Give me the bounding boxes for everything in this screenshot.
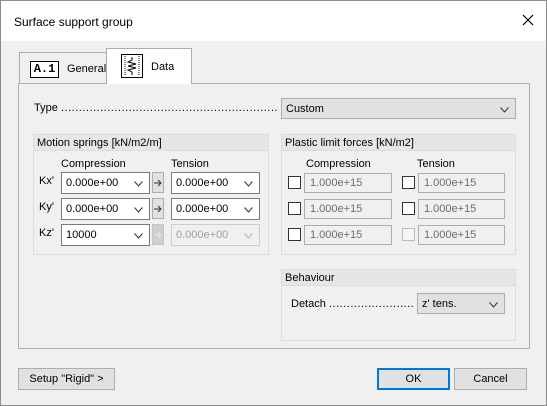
chevron-down-icon	[489, 302, 498, 308]
plastic-tension-checkbox-1[interactable]	[402, 176, 415, 189]
chevron-down-icon	[244, 233, 253, 239]
kz-label: Kz'	[39, 227, 54, 239]
plastic-compression-field-2: 1.000e+15	[304, 199, 392, 219]
kx-copy-arrow-button[interactable]	[152, 172, 164, 193]
detach-select[interactable]: z' tens.	[417, 293, 505, 314]
springs-tension-header: Tension	[171, 158, 209, 170]
ky-compression-combo[interactable]: 0.000e+00	[61, 198, 150, 220]
tab-data-label: Data	[151, 61, 175, 73]
chevron-down-icon	[244, 207, 253, 213]
plastic-compression-field-3: 1.000e+15	[304, 225, 392, 245]
plastic-tension-field-1: 1.000e+15	[418, 173, 505, 193]
cancel-button[interactable]: Cancel	[454, 368, 527, 390]
type-select-value: Custom	[286, 103, 324, 115]
ky-label: Ky'	[39, 201, 54, 213]
plastic-tension-field-3: 1.000e+15	[418, 225, 505, 245]
detach-label: Detach	[291, 298, 326, 310]
close-icon[interactable]	[520, 12, 536, 28]
detach-select-value: z' tens.	[422, 298, 457, 310]
kx-compression-combo[interactable]: 0.000e+00	[61, 172, 150, 194]
kz-compression-value: 10000	[66, 229, 97, 241]
arrow-right-icon	[154, 179, 162, 187]
plastic-compression-checkbox-1[interactable]	[288, 176, 301, 189]
ky-tension-combo[interactable]: 0.000e+00	[171, 198, 260, 220]
plastic-tension-checkbox-3	[402, 228, 415, 241]
plastic-compression-header: Compression	[306, 158, 371, 170]
plastic-limit-title: Plastic limit forces [kN/m2]	[285, 137, 414, 149]
arrow-right-icon	[154, 205, 162, 213]
arrow-right-icon	[154, 231, 162, 239]
plastic-compression-checkbox-3[interactable]	[288, 228, 301, 241]
plastic-compression-value-3: 1.000e+15	[310, 229, 363, 241]
plastic-tension-checkbox-2[interactable]	[402, 202, 415, 215]
motion-springs-title: Motion springs [kN/m2/m]	[37, 137, 162, 149]
kz-copy-arrow-button	[152, 224, 164, 245]
spring-icon	[121, 54, 143, 78]
general-tab-icon: A.1	[30, 61, 59, 78]
ky-compression-value: 0.000e+00	[66, 203, 119, 215]
chevron-down-icon	[134, 233, 143, 239]
tab-strip: A.1 General Data	[15, 48, 531, 84]
plastic-tension-value-2: 1.000e+15	[424, 203, 477, 215]
kx-compression-value: 0.000e+00	[66, 177, 119, 189]
ky-copy-arrow-button[interactable]	[152, 198, 164, 219]
kz-tension-combo: 0.000e+00	[171, 224, 260, 246]
tab-data[interactable]: Data	[106, 48, 192, 84]
plastic-compression-field-1: 1.000e+15	[304, 173, 392, 193]
kz-compression-combo[interactable]: 10000	[61, 224, 150, 246]
motion-springs-header: Motion springs [kN/m2/m]	[33, 134, 269, 151]
type-label: Type	[34, 102, 58, 114]
window-title: Surface support group	[14, 15, 133, 29]
kz-tension-value: 0.000e+00	[176, 229, 229, 241]
chevron-down-icon	[134, 181, 143, 187]
springs-compression-header: Compression	[61, 158, 126, 170]
plastic-tension-value-1: 1.000e+15	[424, 177, 477, 189]
plastic-compression-value-1: 1.000e+15	[310, 177, 363, 189]
kx-tension-combo[interactable]: 0.000e+00	[171, 172, 260, 194]
kx-tension-value: 0.000e+00	[176, 177, 229, 189]
behaviour-title: Behaviour	[285, 272, 335, 284]
type-select[interactable]: Custom	[281, 98, 516, 119]
chevron-down-icon	[134, 207, 143, 213]
setup-rigid-button[interactable]: Setup "Rigid" >	[18, 368, 115, 390]
data-panel: Type ...................................…	[18, 83, 530, 349]
tab-general-label: General	[67, 63, 107, 75]
plastic-limit-header: Plastic limit forces [kN/m2]	[281, 134, 516, 151]
ky-tension-value: 0.000e+00	[176, 203, 229, 215]
behaviour-header: Behaviour	[281, 269, 516, 286]
ok-button[interactable]: OK	[377, 368, 450, 390]
plastic-tension-value-3: 1.000e+15	[424, 229, 477, 241]
kx-label: Kx'	[39, 175, 54, 187]
type-dots: ........................................…	[61, 102, 279, 114]
chevron-down-icon	[500, 107, 509, 113]
dialog-window: Surface support group A.1 General Data T…	[0, 0, 547, 406]
detach-dots: ..............................	[329, 298, 414, 310]
chevron-down-icon	[244, 181, 253, 187]
plastic-tension-header: Tension	[417, 158, 455, 170]
plastic-compression-checkbox-2[interactable]	[288, 202, 301, 215]
plastic-compression-value-2: 1.000e+15	[310, 203, 363, 215]
tab-general[interactable]: A.1 General	[19, 52, 113, 84]
plastic-tension-field-2: 1.000e+15	[418, 199, 505, 219]
title-bar: Surface support group	[1, 1, 546, 41]
